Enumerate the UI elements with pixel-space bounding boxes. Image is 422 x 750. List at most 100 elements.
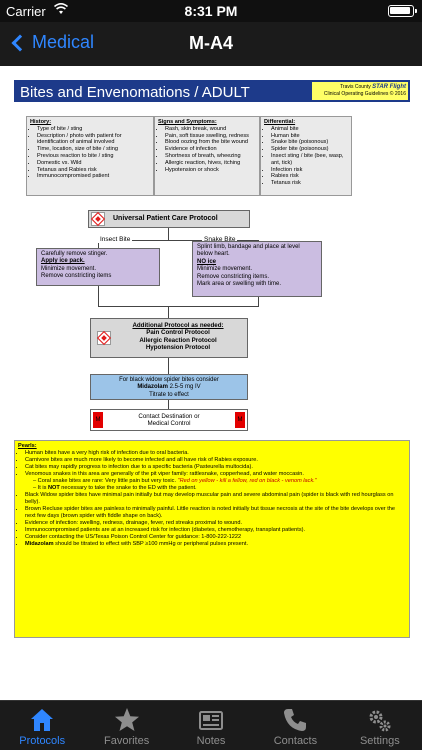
pearl-item: Brown Recluse spider bites are painless …	[25, 506, 406, 520]
list-item: Allergic reaction, hives, itching	[165, 160, 256, 167]
pearl-item: Human bites have a very high risk of inf…	[25, 450, 406, 457]
tab-protocols[interactable]: Protocols	[0, 701, 84, 750]
history-box: History: Type of bite / sting Descriptio…	[26, 116, 154, 196]
list-item: Evidence of infection	[165, 146, 256, 153]
differential-box: Differential: Animal bite Human bite Sna…	[260, 116, 352, 196]
list-item: Pain, soft tissue swelling, redness	[165, 133, 256, 140]
pearl-text: Coral snake bites are rare: Very little …	[37, 478, 178, 484]
pearl-item: Black Widow spider bites have minimal pa…	[25, 492, 406, 506]
additional-protocol-box[interactable]: Additional Protocol as needed: Pain Cont…	[90, 318, 248, 358]
upc-label: Universal Patient Care Protocol	[113, 215, 218, 223]
insect-bite-label: Insect Bite	[98, 236, 133, 243]
list-item: Rash, skin break, wound	[165, 126, 256, 133]
protocol-header: Bites and Envenomations / ADULT Travis C…	[14, 80, 410, 102]
insect-step: Apply ice pack.	[41, 258, 85, 265]
medical-control-marker: M	[235, 412, 245, 428]
tab-bar: Protocols Favorites Notes Contacts Setti…	[0, 700, 422, 750]
snake-step: Remove constricting items.	[197, 273, 270, 280]
universal-patient-care-link[interactable]: Universal Patient Care Protocol	[88, 210, 250, 228]
connector-line	[168, 400, 169, 409]
list-item: Snake bite (poisonous)	[271, 139, 348, 146]
pain-control-link[interactable]: Pain Control Protocol	[113, 329, 243, 336]
pearl-item: Cat bites may rapidly progress to infect…	[25, 464, 406, 471]
protocol-document[interactable]: Bites and Envenomations / ADULT Travis C…	[0, 66, 422, 700]
drug-name: Midazolam	[25, 541, 54, 547]
list-item: Tetanus and Rabies risk	[37, 167, 150, 174]
org-name: Travis County	[340, 84, 373, 90]
black-widow-box: For black widow spider bites consider Mi…	[90, 374, 248, 400]
signs-symptoms-box: Signs and Symptoms: Rash, skin break, wo…	[154, 116, 260, 196]
list-item: Description / photo with patient for ide…	[37, 133, 150, 147]
house-icon	[31, 709, 54, 731]
signs-heading: Signs and Symptoms:	[158, 119, 217, 125]
list-item: Animal bite	[271, 126, 348, 133]
page-title: M-A4	[189, 33, 233, 53]
pearl-item: Carnivore bites are much more likely to …	[25, 457, 406, 464]
list-item: Shortness of breath, wheezing	[165, 153, 256, 160]
list-item: Time, location, size of bite / sting	[37, 146, 150, 153]
org-guideline: Clinical Operating Guidelines © 2016	[323, 91, 406, 97]
pearl-text: It is	[37, 485, 48, 491]
snake-step: Minimize movement.	[197, 266, 253, 273]
list-item: Previous reaction to bite / sting	[37, 153, 150, 160]
drug-name: Midazolam	[137, 384, 168, 391]
tab-contacts[interactable]: Contacts	[253, 701, 337, 750]
tab-label: Notes	[196, 735, 226, 747]
status-bar: Carrier 8:31 PM	[0, 0, 422, 22]
organization-label: Travis County STAR Flight Clinical Opera…	[312, 82, 408, 100]
list-item: Infection risk	[271, 167, 348, 174]
connector-line	[168, 228, 169, 240]
tab-label: Contacts	[273, 735, 318, 747]
tab-favorites[interactable]: Favorites	[84, 701, 168, 750]
pearl-item: Evidence of infection: swelling, redness…	[25, 520, 406, 527]
pearl-item: Venomous snakes in this area are general…	[25, 471, 406, 492]
pearls-box: Pearls: Human bites have a very high ris…	[14, 440, 410, 638]
differential-heading: Differential:	[264, 119, 296, 125]
phone-icon	[284, 709, 307, 731]
list-item: Tetanus risk	[271, 180, 348, 187]
destination-text: Contact Destination or	[138, 413, 200, 420]
protocol-link-icon	[90, 211, 106, 227]
pearl-text: Venomous snakes in this area are general…	[25, 471, 304, 477]
navigation-bar: Medical M-A4	[0, 22, 422, 66]
tab-label: Protocols	[19, 735, 66, 747]
tab-label: Settings	[359, 735, 400, 747]
list-item: Human bite	[271, 133, 348, 140]
connector-line	[168, 306, 169, 318]
snake-step: Splint limb, bandage and place at level …	[197, 244, 300, 258]
clock: 8:31 PM	[184, 3, 238, 19]
list-item: Spider bite (poisonous)	[271, 146, 348, 153]
pearls-heading: Pearls:	[18, 443, 37, 449]
tab-notes[interactable]: Notes	[169, 701, 253, 750]
contact-destination-box: M Contact Destination or Medical Control…	[90, 409, 248, 431]
battery-icon	[388, 5, 417, 17]
hypotension-link[interactable]: Hypotension Protocol	[113, 344, 243, 351]
history-heading: History:	[30, 119, 52, 125]
pearl-item: Midazolam should be titrated to effect w…	[25, 541, 406, 548]
list-item: Domestic vs. Wild	[37, 160, 150, 167]
pearl-subitem: Coral snake bites are rare: Very little …	[33, 478, 406, 485]
pearl-item: Immunocompromised patients are at an inc…	[25, 527, 406, 534]
snake-step: Mark area or swelling with time.	[197, 281, 282, 288]
pearl-item: Consider contacting the US/Texas Poison …	[25, 534, 406, 541]
drug-dose: 2.5-5 mg IV	[167, 384, 201, 391]
insect-bite-box: Carefully remove stinger. Apply ice pack…	[36, 248, 160, 286]
tab-settings[interactable]: Settings	[338, 701, 422, 750]
list-item: Hypotension or shock	[165, 167, 256, 174]
connector-line	[168, 358, 169, 374]
connector-line	[98, 286, 99, 306]
protocol-title: Bites and Envenomations / ADULT	[16, 82, 312, 101]
snake-step: NO ice	[197, 258, 217, 265]
additional-heading: Additional Protocol as needed:	[132, 322, 224, 329]
allergic-reaction-link[interactable]: Allergic Reaction Protocol	[113, 337, 243, 344]
protocol-link-icon	[96, 330, 112, 346]
list-item: Immunocompromised patient	[37, 173, 150, 180]
insect-step: Carefully remove stinger.	[41, 251, 108, 257]
list-item: Blood oozing from the bite wound	[165, 139, 256, 146]
pearl-emphasis: NOT	[47, 485, 60, 491]
gears-icon	[369, 710, 391, 732]
connector-line	[258, 297, 259, 306]
newspaper-icon	[199, 711, 224, 730]
insect-step: Minimize movement.	[41, 265, 97, 272]
tab-label: Favorites	[103, 735, 150, 747]
